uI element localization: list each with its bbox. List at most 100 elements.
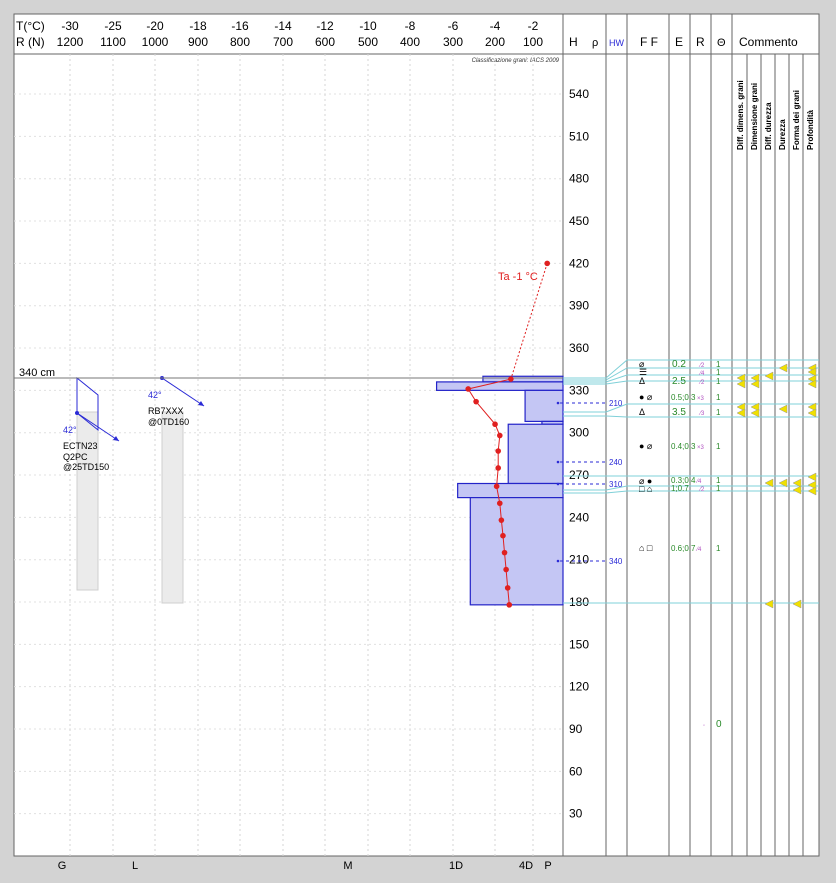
height-tick: 30 — [569, 807, 583, 821]
col-comment-header: Commento — [739, 35, 798, 49]
r-value-6: 1 — [716, 442, 721, 451]
r-value-9: 1 — [716, 544, 721, 553]
e-value-5: 0.5;0.3 — [671, 393, 696, 402]
temperature-point — [503, 566, 509, 573]
svg-text:◦: ◦ — [703, 723, 705, 729]
classification-note: Classificazione grani: IACS 2009 — [472, 58, 560, 64]
height-tick: 360 — [569, 341, 589, 355]
test-column-1 — [76, 411, 99, 591]
temperature-point — [473, 398, 479, 405]
resistance-tick: 1100 — [100, 35, 126, 49]
height-tick: 300 — [569, 426, 589, 440]
temperature-tick: -16 — [231, 19, 249, 33]
height-tick: 480 — [569, 172, 589, 186]
r-value-8: 1 — [716, 484, 721, 493]
svg-text:⁄3: ⁄3 — [698, 411, 705, 417]
resistance-tick: 600 — [315, 35, 335, 49]
comment-header: Profondità — [806, 109, 815, 150]
temperature-tick: -25 — [104, 19, 122, 33]
resistance-tick: 200 — [485, 35, 505, 49]
hw-label: 240 — [609, 458, 623, 467]
resistance-tick: 500 — [358, 35, 378, 49]
temperature-tick: -20 — [146, 19, 164, 33]
temperature-point — [498, 517, 505, 523]
height-tick: 510 — [569, 129, 589, 143]
height-tick: 390 — [569, 299, 589, 313]
grain-symbol-3: Δ — [639, 376, 645, 386]
height-tick: 330 — [569, 383, 589, 397]
temperature-tick: -14 — [274, 19, 292, 33]
air-temperature-label: Ta -1 °C — [498, 271, 538, 283]
comment-header: Diff. dimens. grani — [736, 80, 745, 150]
temperature-point — [495, 465, 502, 471]
hw-label: 210 — [609, 399, 623, 408]
svg-text:⁄2: ⁄2 — [698, 487, 705, 493]
height-tick: 210 — [569, 553, 589, 567]
height-tick: 150 — [569, 637, 589, 651]
grain-symbol-4: ● ⌀ — [639, 392, 653, 402]
col-ff-header: F F — [640, 35, 658, 49]
hardness-bar — [507, 423, 564, 485]
grain-symbol-6: ● ⌀ — [639, 441, 653, 451]
temperature-point — [501, 549, 508, 556]
test-line-2b: @0TD160 — [148, 417, 189, 427]
temperature-point — [544, 260, 550, 267]
hardness-label-4d: 4D — [519, 860, 533, 872]
temperature-point — [508, 376, 514, 382]
temperature-tick: -18 — [189, 19, 207, 33]
theta-surface-value: 0 — [716, 719, 722, 730]
test-line-1b: Q2PC — [63, 452, 88, 462]
height-tick: 450 — [569, 214, 589, 228]
comment-header: Diff. durezza — [764, 102, 773, 150]
hardness-label-l: L — [132, 860, 138, 872]
resistance-tick: 100 — [523, 35, 543, 49]
e-value-3: 2.5 — [672, 376, 686, 387]
r-value-2: 1 — [716, 368, 721, 377]
temperature-point — [495, 448, 502, 454]
comment-header: Dimensione grani — [750, 83, 759, 150]
grain-symbol-8: □ ⌂ — [639, 484, 652, 494]
resistance-axis-label: R (N) — [16, 35, 45, 49]
temperature-point — [496, 432, 503, 439]
resistance-tick: 1200 — [57, 35, 84, 49]
temperature-tick: -4 — [490, 19, 501, 33]
snow-profile-chart: T(°C) R (N) -30 -25 -20 -18 -16 -14 -12 -10 -8 -6… — [13, 13, 820, 872]
resistance-tick: 700 — [273, 35, 293, 49]
temperature-axis-label: T(°C) — [16, 19, 45, 33]
comment-header: Forma dei grani — [792, 90, 801, 150]
hardness-bar — [482, 375, 564, 383]
col-e-header: E — [675, 35, 683, 49]
hw-point — [556, 460, 560, 464]
temperature-point — [492, 421, 498, 428]
temperature-point — [493, 483, 500, 490]
height-tick: 240 — [569, 510, 589, 524]
hardness-label-p: P — [544, 860, 551, 872]
comment-header: Durezza — [778, 119, 787, 150]
svg-text:⁄2: ⁄2 — [698, 363, 705, 369]
snow-height-label: 340 cm — [19, 367, 55, 379]
hw-point — [556, 482, 560, 486]
hardness-bar — [524, 389, 564, 423]
height-tick: 90 — [569, 722, 583, 736]
col-r-header: R — [696, 35, 705, 49]
col-theta-header: Θ — [717, 37, 726, 49]
grain-symbol-5: Δ — [639, 407, 645, 417]
hw-point — [556, 401, 560, 405]
height-tick: 180 — [569, 595, 589, 609]
test-angle-1: 42° — [63, 425, 77, 435]
svg-text:×3: ×3 — [697, 396, 705, 402]
svg-text:⁄4: ⁄4 — [695, 479, 702, 485]
svg-text:⁄4: ⁄4 — [698, 371, 705, 377]
svg-text:×3: ×3 — [697, 445, 705, 451]
height-tick: 270 — [569, 468, 589, 482]
grain-symbol-9: ⌂ □ — [639, 543, 653, 553]
r-value-3: 1 — [716, 377, 721, 386]
col-rho-header: ρ — [592, 37, 598, 49]
hardness-label-1d: 1D — [449, 860, 463, 872]
col-hw-header: HW — [609, 38, 624, 48]
temperature-tick: -2 — [528, 19, 539, 33]
hardness-scale-labels: G L M 1D 4D P — [58, 860, 552, 872]
r-value-5: 1 — [716, 393, 721, 402]
temperature-tick: -12 — [316, 19, 334, 33]
height-tick: 60 — [569, 764, 583, 778]
